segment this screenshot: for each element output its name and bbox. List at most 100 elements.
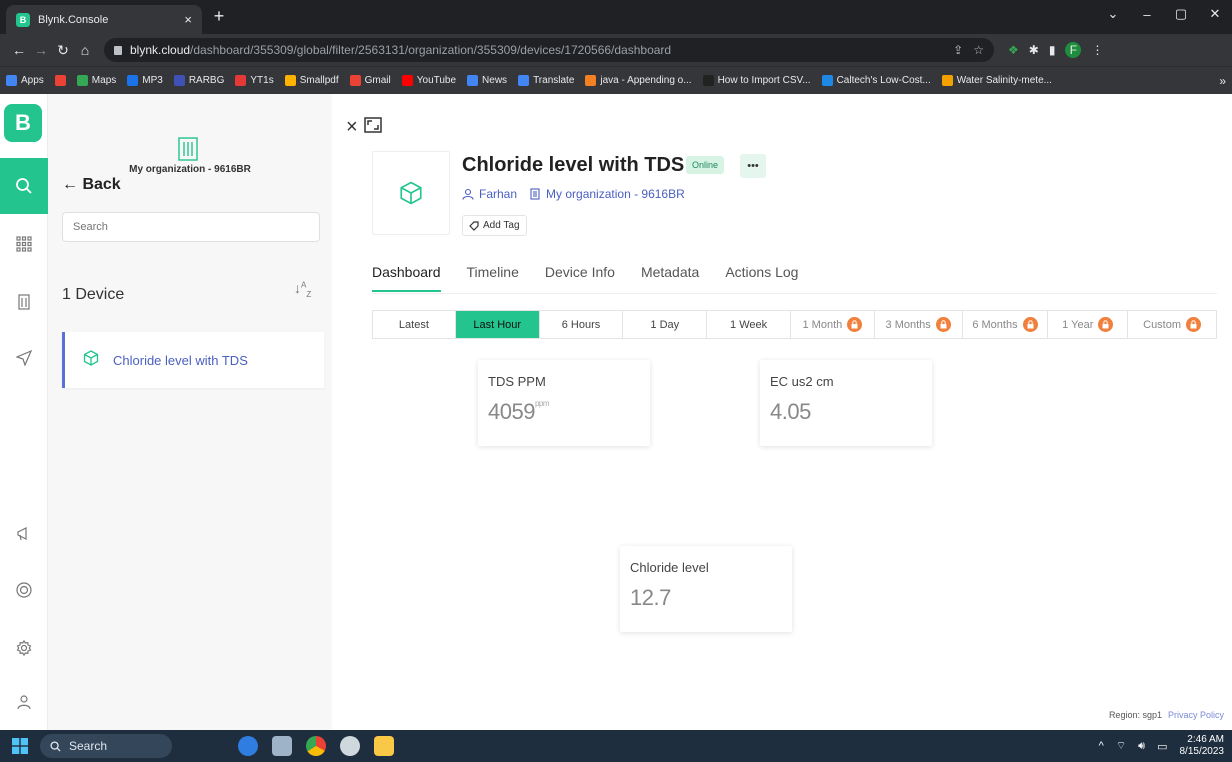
tab-dashboard[interactable]: Dashboard (372, 264, 441, 292)
address-bar[interactable]: blynk.cloud/dashboard/355309/global/filt… (104, 38, 994, 62)
bookmark-item[interactable]: How to Import CSV... (702, 75, 811, 86)
blynk-logo[interactable]: B (4, 104, 42, 142)
range-6-months[interactable]: 6 Months (963, 311, 1049, 338)
expand-icon[interactable] (363, 116, 382, 139)
extensions-puzzle-icon[interactable]: ✱ (1029, 43, 1039, 57)
battery-icon[interactable]: ▭ (1157, 740, 1167, 753)
bookmark-item[interactable]: Caltech's Low-Cost... (821, 75, 931, 86)
chrome-app-icon[interactable] (306, 736, 326, 756)
sort-az-icon[interactable]: ↓AZ (294, 280, 311, 299)
browser-tab[interactable]: B Blynk.Console × (6, 5, 202, 34)
bookmark-item[interactable]: YT1s (235, 75, 274, 86)
range-last-hour[interactable]: Last Hour (455, 311, 540, 338)
announcements-megaphone-icon[interactable] (0, 522, 48, 546)
bookmark-star-icon[interactable]: ☆ (973, 43, 984, 57)
close-icon[interactable]: × (346, 116, 358, 139)
device-list-panel: My organization - 9616BR ← Back 1 Device… (48, 94, 332, 730)
tab-actions-log[interactable]: Actions Log (725, 264, 798, 292)
share-icon[interactable]: ⇪ (953, 43, 963, 57)
range-1-day[interactable]: 1 Day (623, 311, 708, 338)
range-1-month[interactable]: 1 Month (791, 311, 875, 338)
tab-search-chevron-icon[interactable]: ⌄ (1096, 6, 1130, 22)
ec-widget[interactable]: EC us2 cm 4.05 (760, 360, 932, 446)
bookmark-item[interactable]: Apps (6, 75, 44, 86)
bookmark-item[interactable]: Water Salinity-mete... (941, 75, 1052, 86)
widget-unit: ppm (534, 399, 550, 408)
system-tray: ^ ⌔ 🔊︎ ▭ 2:46 AM 8/15/2023 (1099, 734, 1232, 758)
privacy-policy-link[interactable]: Privacy Policy (1168, 710, 1224, 720)
profile-avatar[interactable]: F (1065, 42, 1082, 58)
minimize-icon[interactable]: – (1130, 7, 1164, 22)
new-tab-icon[interactable]: + (208, 5, 230, 27)
file-explorer-icon[interactable] (374, 736, 394, 756)
browser-menu-icon[interactable]: ⋮ (1091, 43, 1103, 57)
range-custom[interactable]: Custom (1128, 311, 1216, 338)
side-panel-icon[interactable]: ▮ (1049, 43, 1056, 57)
tab-device-info[interactable]: Device Info (545, 264, 615, 292)
wifi-icon[interactable]: ⌔ (1116, 739, 1126, 753)
widget-value: 4059ppm (488, 399, 550, 424)
apps-grid-icon[interactable] (0, 232, 48, 256)
range-6-hours[interactable]: 6 Hours (540, 311, 624, 338)
tab-timeline[interactable]: Timeline (467, 264, 519, 292)
bookmark-item[interactable]: RARBG (173, 75, 224, 86)
bookmark-item[interactable]: News (467, 75, 507, 86)
widget-label: Chloride level (630, 560, 709, 575)
user-account-icon[interactable] (0, 690, 48, 714)
windows-start-icon[interactable] (0, 730, 40, 762)
range-1-year[interactable]: 1 Year (1048, 311, 1129, 338)
volume-icon[interactable]: 🔊︎ (1138, 740, 1145, 753)
bookmark-item[interactable]: Translate (518, 75, 574, 86)
bookmark-item[interactable]: YouTube (401, 75, 456, 86)
tds-ppm-widget[interactable]: TDS PPM 4059ppm (478, 360, 650, 446)
bookmark-favicon-icon (585, 75, 597, 86)
window-controls: ⌄ – ▢ ✕ (1096, 0, 1232, 28)
time-range-selector: Latest Last Hour 6 Hours 1 Day 1 Week 1 Month… (372, 310, 1217, 339)
device-list-item[interactable]: Chloride level with TDS (62, 332, 324, 388)
range-label: 6 Hours (561, 318, 601, 331)
bookmark-item[interactable]: Maps (76, 75, 116, 86)
home-icon[interactable]: ⌂ (74, 42, 96, 58)
lock-icon (847, 317, 863, 332)
restore-icon[interactable]: ▢ (1164, 6, 1198, 22)
help-lifebuoy-icon[interactable] (0, 578, 48, 602)
range-latest[interactable]: Latest (373, 311, 456, 338)
bookmark-favicon-icon (349, 75, 361, 86)
back-button[interactable]: ← Back (62, 176, 121, 194)
more-actions-button[interactable]: ••• (740, 154, 766, 178)
bookmarks-overflow-icon[interactable]: » (1219, 74, 1226, 88)
back-arrow-icon[interactable]: ← (8, 42, 30, 58)
bookmark-item[interactable]: MP3 (127, 75, 163, 86)
bookmark-item[interactable] (54, 75, 66, 86)
window-close-icon[interactable]: ✕ (1198, 6, 1232, 22)
bookmark-item[interactable]: Smallpdf (284, 75, 339, 86)
settings-gear-icon[interactable] (0, 636, 48, 660)
bookmark-item[interactable]: Gmail (349, 75, 391, 86)
task-view-icon[interactable] (272, 736, 292, 756)
range-3-months[interactable]: 3 Months (875, 311, 963, 338)
search-icon[interactable] (0, 158, 48, 214)
chloride-level-widget[interactable]: Chloride level 12.7 (620, 546, 792, 632)
add-tag-button[interactable]: Add Tag (462, 215, 527, 236)
organization-icon (176, 136, 200, 167)
taskbar-search[interactable]: Search (40, 734, 172, 758)
send-icon[interactable] (0, 346, 48, 370)
extension-icon[interactable]: ❖ (1008, 43, 1019, 57)
range-label: 1 Year (1062, 318, 1094, 331)
copilot-app-icon[interactable] (238, 736, 258, 756)
device-cube-icon (83, 349, 99, 371)
tab-close-icon[interactable]: × (184, 12, 192, 27)
bookmark-label: How to Import CSV... (717, 75, 811, 86)
bookmark-item[interactable]: java - Appending o... (585, 75, 692, 86)
tray-chevron-icon[interactable]: ^ (1099, 740, 1104, 752)
organization-building-icon[interactable] (0, 290, 48, 314)
settings-app-icon[interactable] (340, 736, 360, 756)
tab-metadata[interactable]: Metadata (641, 264, 699, 292)
reload-icon[interactable]: ↻ (52, 42, 74, 59)
owner-link[interactable]: Farhan (462, 187, 517, 201)
clock[interactable]: 2:46 AM 8/15/2023 (1180, 734, 1225, 758)
device-search-input[interactable] (62, 212, 320, 242)
forward-arrow-icon[interactable]: → (30, 42, 52, 58)
organization-link[interactable]: My organization - 9616BR (529, 187, 685, 201)
range-1-week[interactable]: 1 Week (707, 311, 791, 338)
